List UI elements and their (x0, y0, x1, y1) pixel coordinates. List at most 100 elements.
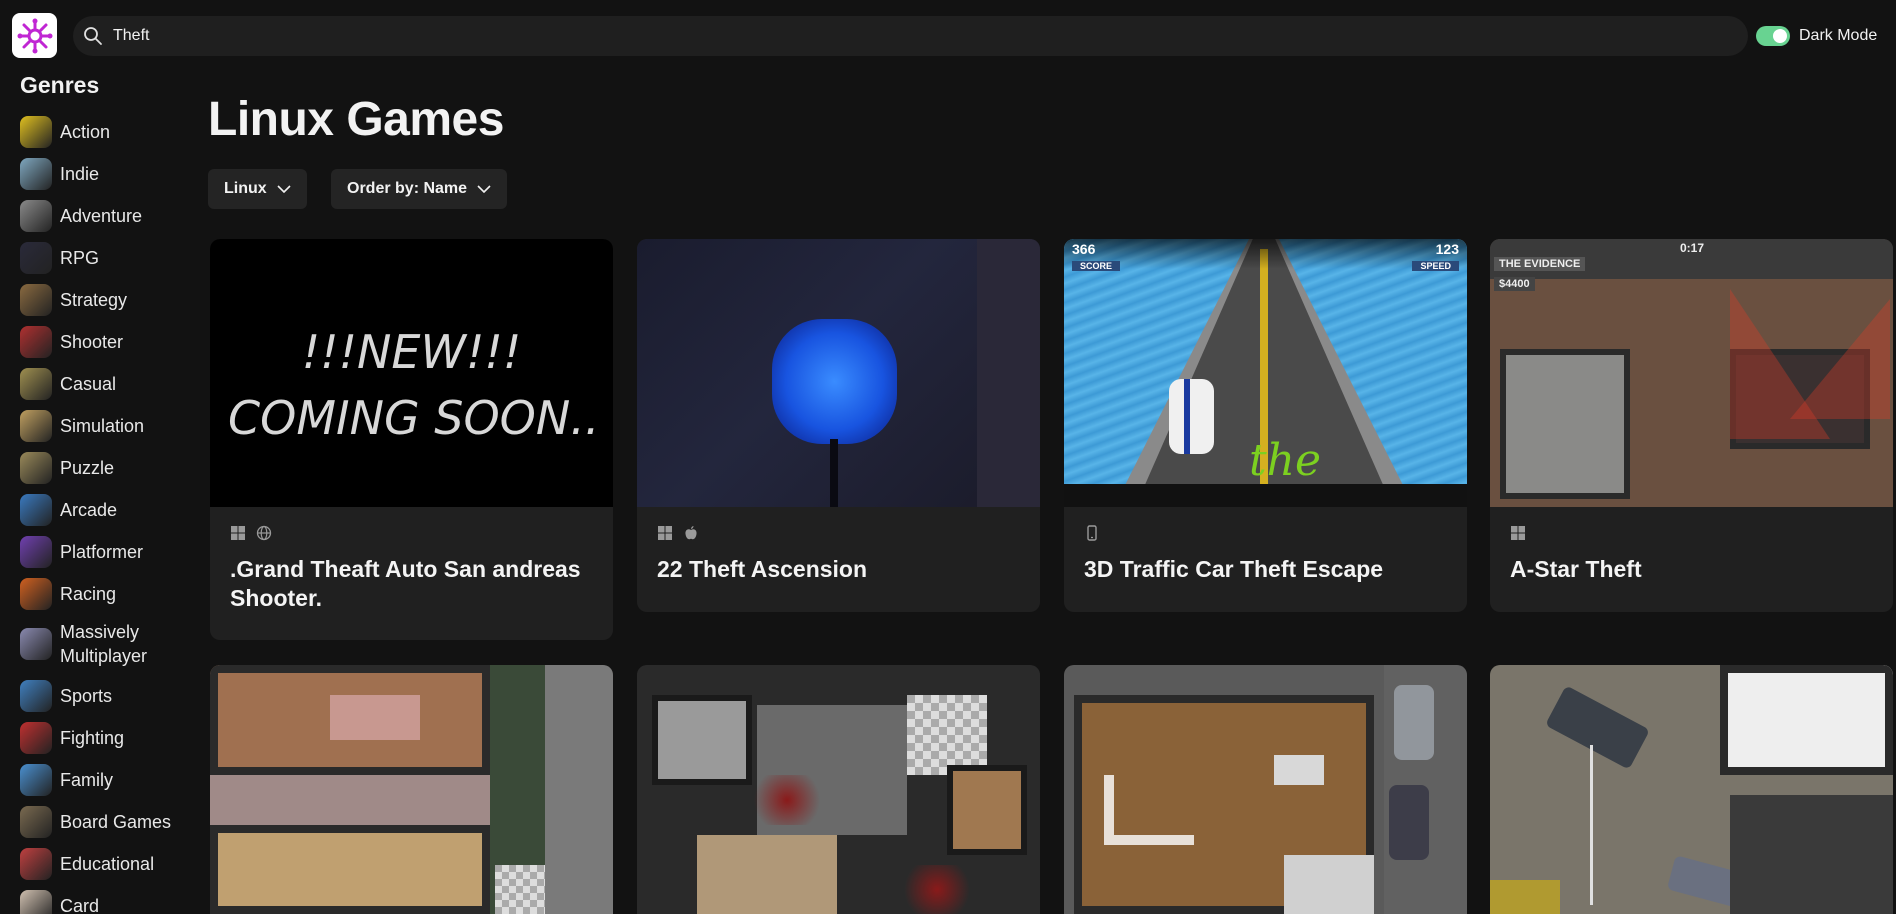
game-card[interactable]: THE EVIDENCE $4400 0:17 A-Star Theft (1490, 239, 1893, 612)
game-title[interactable]: .Grand Theaft Auto San andreas Shooter. (230, 555, 600, 613)
genre-thumbnail (20, 200, 52, 232)
sidebar-item-puzzle[interactable]: Puzzle (20, 452, 114, 484)
platform-dropdown[interactable]: Linux (208, 169, 307, 209)
sidebar-item-label: Puzzle (60, 458, 115, 478)
sidebar-item-label: Family (60, 770, 113, 790)
sidebar-item-platformer[interactable]: Platformer (20, 536, 143, 568)
sidebar-item-family[interactable]: Family (20, 764, 113, 796)
sidebar-item-educational[interactable]: Educational (20, 848, 154, 880)
sidebar-item-label: Fighting (60, 728, 125, 748)
genre-thumbnail (20, 284, 52, 316)
cover-text: !!!NEW!!! (301, 325, 522, 379)
genre-thumbnail (20, 764, 52, 796)
genres-heading: Genres (20, 72, 100, 98)
app-logo[interactable] (12, 13, 57, 58)
genre-thumbnail (20, 326, 52, 358)
dark-mode-switch[interactable]: Dark Mode (1756, 25, 1877, 47)
genre-thumbnail (20, 158, 52, 190)
sidebar-item-label: Massively Multiplayer (60, 622, 148, 666)
chevron-down-icon (477, 185, 491, 193)
game-title[interactable]: A-Star Theft (1510, 555, 1880, 584)
genre-thumbnail (20, 368, 52, 400)
search-input[interactable] (113, 16, 1713, 56)
sidebar-item-label: Arcade (60, 500, 118, 520)
game-title[interactable]: 22 Theft Ascension (657, 555, 1027, 584)
platform-icons (230, 525, 272, 541)
genre-thumbnail (20, 890, 52, 914)
sidebar-item-label: Adventure (60, 206, 143, 226)
genre-thumbnail (20, 680, 52, 712)
game-card[interactable] (637, 665, 1040, 914)
game-cover-image (637, 239, 1040, 507)
genre-thumbnail (20, 494, 52, 526)
windows-icon (1511, 526, 1525, 540)
top-bar: Dark Mode (0, 0, 1896, 72)
sidebar-item-arcade[interactable]: Arcade (20, 494, 117, 526)
sidebar-item-racing[interactable]: Racing (20, 578, 116, 610)
sidebar-item-label: Board Games (60, 812, 172, 832)
platform-icons (657, 525, 699, 541)
sidebar-item-label: Action (60, 122, 111, 142)
game-cover-image: !!!NEW!!! COMING SOON.. (210, 239, 613, 507)
sidebar-item-massively-multiplayer[interactable]: Massively Multiplayer (20, 620, 170, 668)
sidebar-item-card[interactable]: Card (20, 890, 99, 914)
web-icon (256, 525, 272, 541)
game-cover-image: THE EVIDENCE $4400 0:17 (1490, 239, 1893, 507)
game-cover-image (210, 665, 613, 914)
sidebar-item-label: Platformer (60, 542, 144, 562)
platform-icons (1510, 525, 1526, 541)
genre-thumbnail (20, 116, 52, 148)
sidebar-item-simulation[interactable]: Simulation (20, 410, 144, 442)
sidebar-item-strategy[interactable]: Strategy (20, 284, 127, 316)
platform-dropdown-label: Linux (224, 180, 267, 197)
sidebar-item-rpg[interactable]: RPG (20, 242, 99, 274)
sidebar-item-label: Racing (60, 584, 117, 604)
game-title[interactable]: 3D Traffic Car Theft Escape (1084, 555, 1454, 584)
game-card[interactable] (210, 665, 613, 914)
genre-thumbnail (20, 722, 52, 754)
sidebar-item-label: Sports (60, 686, 113, 706)
hud-evidence-label: THE EVIDENCE (1494, 257, 1586, 271)
dark-mode-toggle[interactable] (1756, 26, 1790, 46)
game-card[interactable] (1490, 665, 1893, 914)
hud-speed-value: 123 (1435, 241, 1459, 257)
sidebar-item-label: Casual (60, 374, 117, 394)
sidebar-item-shooter[interactable]: Shooter (20, 326, 123, 358)
windows-icon (658, 526, 672, 540)
apple-icon (685, 526, 697, 540)
game-card[interactable] (1064, 665, 1467, 914)
genre-thumbnail (20, 806, 52, 838)
order-dropdown[interactable]: Order by: Name (331, 169, 508, 209)
genre-thumbnail (20, 242, 52, 274)
sidebar-item-label: Simulation (60, 416, 145, 436)
logo-icon (17, 18, 52, 53)
sidebar-item-label: RPG (60, 248, 100, 268)
sidebar-item-indie[interactable]: Indie (20, 158, 99, 190)
sidebar-item-label: Indie (60, 164, 100, 184)
sidebar-item-sports[interactable]: Sports (20, 680, 112, 712)
chevron-down-icon (277, 185, 291, 193)
hud-money-label: $4400 (1494, 277, 1535, 291)
page-title: Linux Games (208, 93, 504, 146)
sidebar-item-board-games[interactable]: Board Games (20, 806, 171, 838)
genre-thumbnail (20, 452, 52, 484)
hud-speed-label: SPEED (1412, 261, 1459, 271)
sidebar-item-label: Shooter (60, 332, 124, 352)
game-cover-image (637, 665, 1040, 914)
hud-score-value: 366 (1072, 241, 1096, 257)
search-bar[interactable] (73, 16, 1748, 56)
game-card[interactable]: 22 Theft Ascension (637, 239, 1040, 612)
game-cover-image (1490, 665, 1893, 914)
sidebar-item-action[interactable]: Action (20, 116, 110, 148)
order-dropdown-label: Order by: Name (347, 180, 468, 197)
game-card[interactable]: 366 SCORE 123 SPEED the bridge 3D Traffi… (1064, 239, 1467, 612)
sidebar-item-adventure[interactable]: Adventure (20, 200, 142, 232)
genre-thumbnail (20, 410, 52, 442)
dark-mode-label: Dark Mode (1799, 27, 1878, 44)
genre-thumbnail (20, 536, 52, 568)
search-icon (84, 27, 102, 45)
sidebar-item-fighting[interactable]: Fighting (20, 722, 124, 754)
game-card[interactable]: !!!NEW!!! COMING SOON.. .Grand Theaft Au… (210, 239, 613, 640)
sidebar-item-casual[interactable]: Casual (20, 368, 116, 400)
game-cover-image: 366 SCORE 123 SPEED the bridge (1064, 239, 1467, 507)
